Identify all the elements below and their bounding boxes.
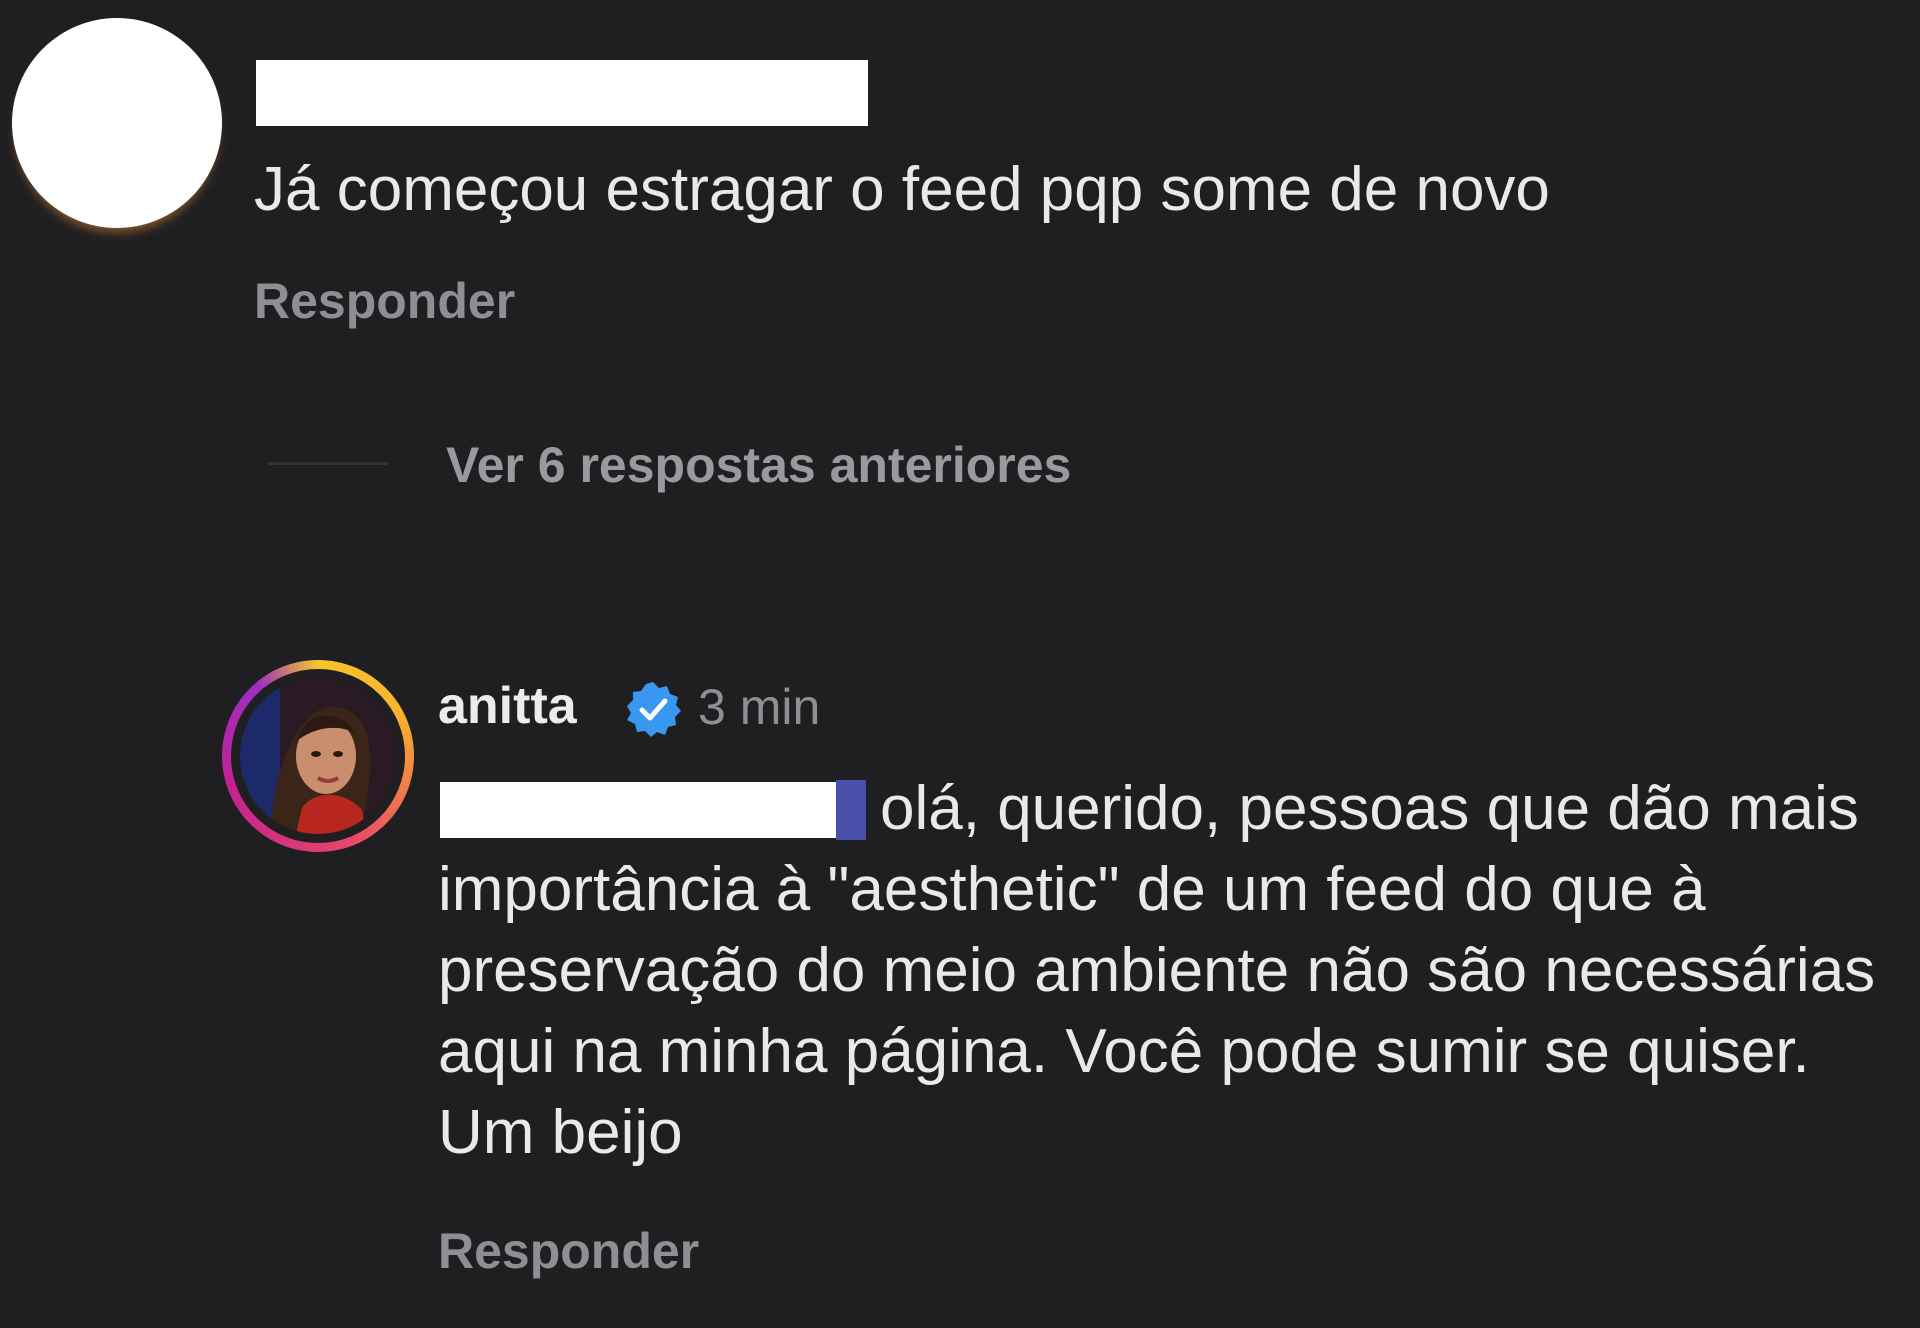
reply-button-2[interactable]: Responder	[438, 1222, 699, 1280]
verified-badge-icon	[627, 682, 681, 737]
view-previous-replies-button[interactable]: Ver 6 respostas anteriores	[446, 436, 1071, 494]
reply-button[interactable]: Responder	[254, 272, 515, 330]
comments-screen: Já começou estragar o feed pqp some de n…	[0, 0, 1920, 1328]
reply-username[interactable]: anitta	[438, 676, 577, 736]
reply-avatar	[240, 678, 396, 834]
reply-avatar-story-ring[interactable]	[222, 660, 414, 852]
commenter-avatar-redacted[interactable]	[12, 18, 222, 228]
reply-timestamp: 3 min	[698, 679, 821, 735]
reply-text: olá, querido, pessoas que dão mais impor…	[438, 774, 1876, 1167]
comment-text: Já começou estragar o feed pqp some de n…	[254, 155, 1550, 224]
avatar-portrait-image	[240, 678, 396, 834]
replies-divider-line	[268, 462, 388, 465]
commenter-username-redacted	[256, 60, 868, 126]
